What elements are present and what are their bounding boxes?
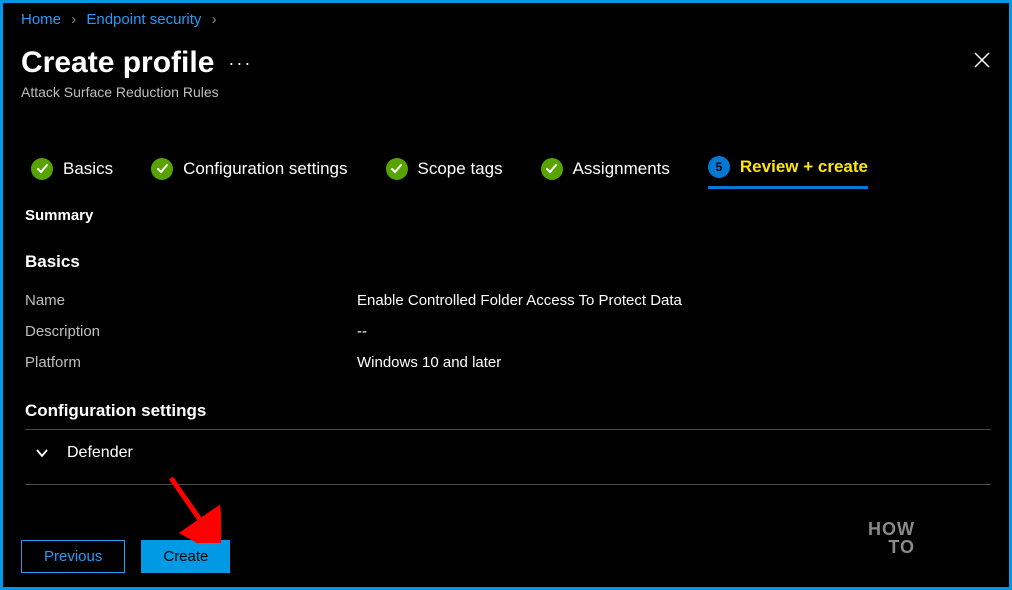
close-icon[interactable]: [973, 51, 991, 75]
field-name: Name Enable Controlled Folder Access To …: [25, 292, 991, 309]
more-icon[interactable]: ···: [228, 53, 252, 74]
breadcrumb-home[interactable]: Home: [21, 11, 61, 28]
page-subtitle: Attack Surface Reduction Rules: [3, 80, 1009, 100]
page-header: Create profile ···: [3, 28, 1009, 80]
step-scope-tags[interactable]: Scope tags: [386, 158, 503, 188]
step-assignments[interactable]: Assignments: [541, 158, 670, 188]
chevron-right-icon: ›: [71, 11, 76, 28]
step-review-create[interactable]: 5 Review + create: [708, 156, 868, 189]
field-label: Name: [25, 292, 357, 309]
field-label: Description: [25, 323, 357, 340]
check-icon: [541, 158, 563, 180]
chevron-right-icon: ›: [212, 11, 217, 28]
field-label: Platform: [25, 354, 357, 371]
check-icon: [31, 158, 53, 180]
field-value: Enable Controlled Folder Access To Prote…: [357, 292, 682, 309]
previous-button[interactable]: Previous: [21, 540, 125, 573]
breadcrumb-endpoint-security[interactable]: Endpoint security: [86, 11, 201, 28]
summary-heading: Summary: [25, 207, 991, 224]
svg-text:TO: TO: [888, 537, 915, 557]
svg-text:MANAGE: MANAGE: [923, 522, 987, 537]
content: Summary Basics Name Enable Controlled Fo…: [3, 189, 1009, 485]
step-label: Scope tags: [418, 159, 503, 179]
svg-text:HOW: HOW: [868, 519, 915, 539]
field-value: --: [357, 323, 367, 340]
field-description: Description --: [25, 323, 991, 340]
expander-defender[interactable]: Defender: [25, 430, 991, 476]
step-label: Basics: [63, 159, 113, 179]
configuration-settings-heading: Configuration settings: [25, 401, 991, 421]
footer-actions: Previous Create: [21, 540, 230, 573]
page-title: Create profile: [21, 46, 214, 80]
svg-text:DEVICES: DEVICES: [923, 537, 987, 552]
divider: [25, 484, 991, 485]
field-platform: Platform Windows 10 and later: [25, 354, 991, 371]
step-label: Assignments: [573, 159, 670, 179]
expander-label: Defender: [67, 444, 133, 462]
step-basics[interactable]: Basics: [31, 158, 113, 188]
wizard-steps: Basics Configuration settings Scope tags…: [3, 100, 1009, 189]
field-value: Windows 10 and later: [357, 354, 501, 371]
step-label: Configuration settings: [183, 159, 347, 179]
chevron-down-icon: [35, 446, 49, 460]
check-icon: [386, 158, 408, 180]
step-number-icon: 5: [708, 156, 730, 178]
check-icon: [151, 158, 173, 180]
watermark-logo: HOW TO MANAGE DEVICES: [863, 517, 993, 565]
create-button[interactable]: Create: [141, 540, 230, 573]
step-label: Review + create: [740, 157, 868, 177]
basics-heading: Basics: [25, 252, 991, 272]
breadcrumb: Home › Endpoint security ›: [3, 3, 1009, 28]
step-configuration-settings[interactable]: Configuration settings: [151, 158, 347, 188]
